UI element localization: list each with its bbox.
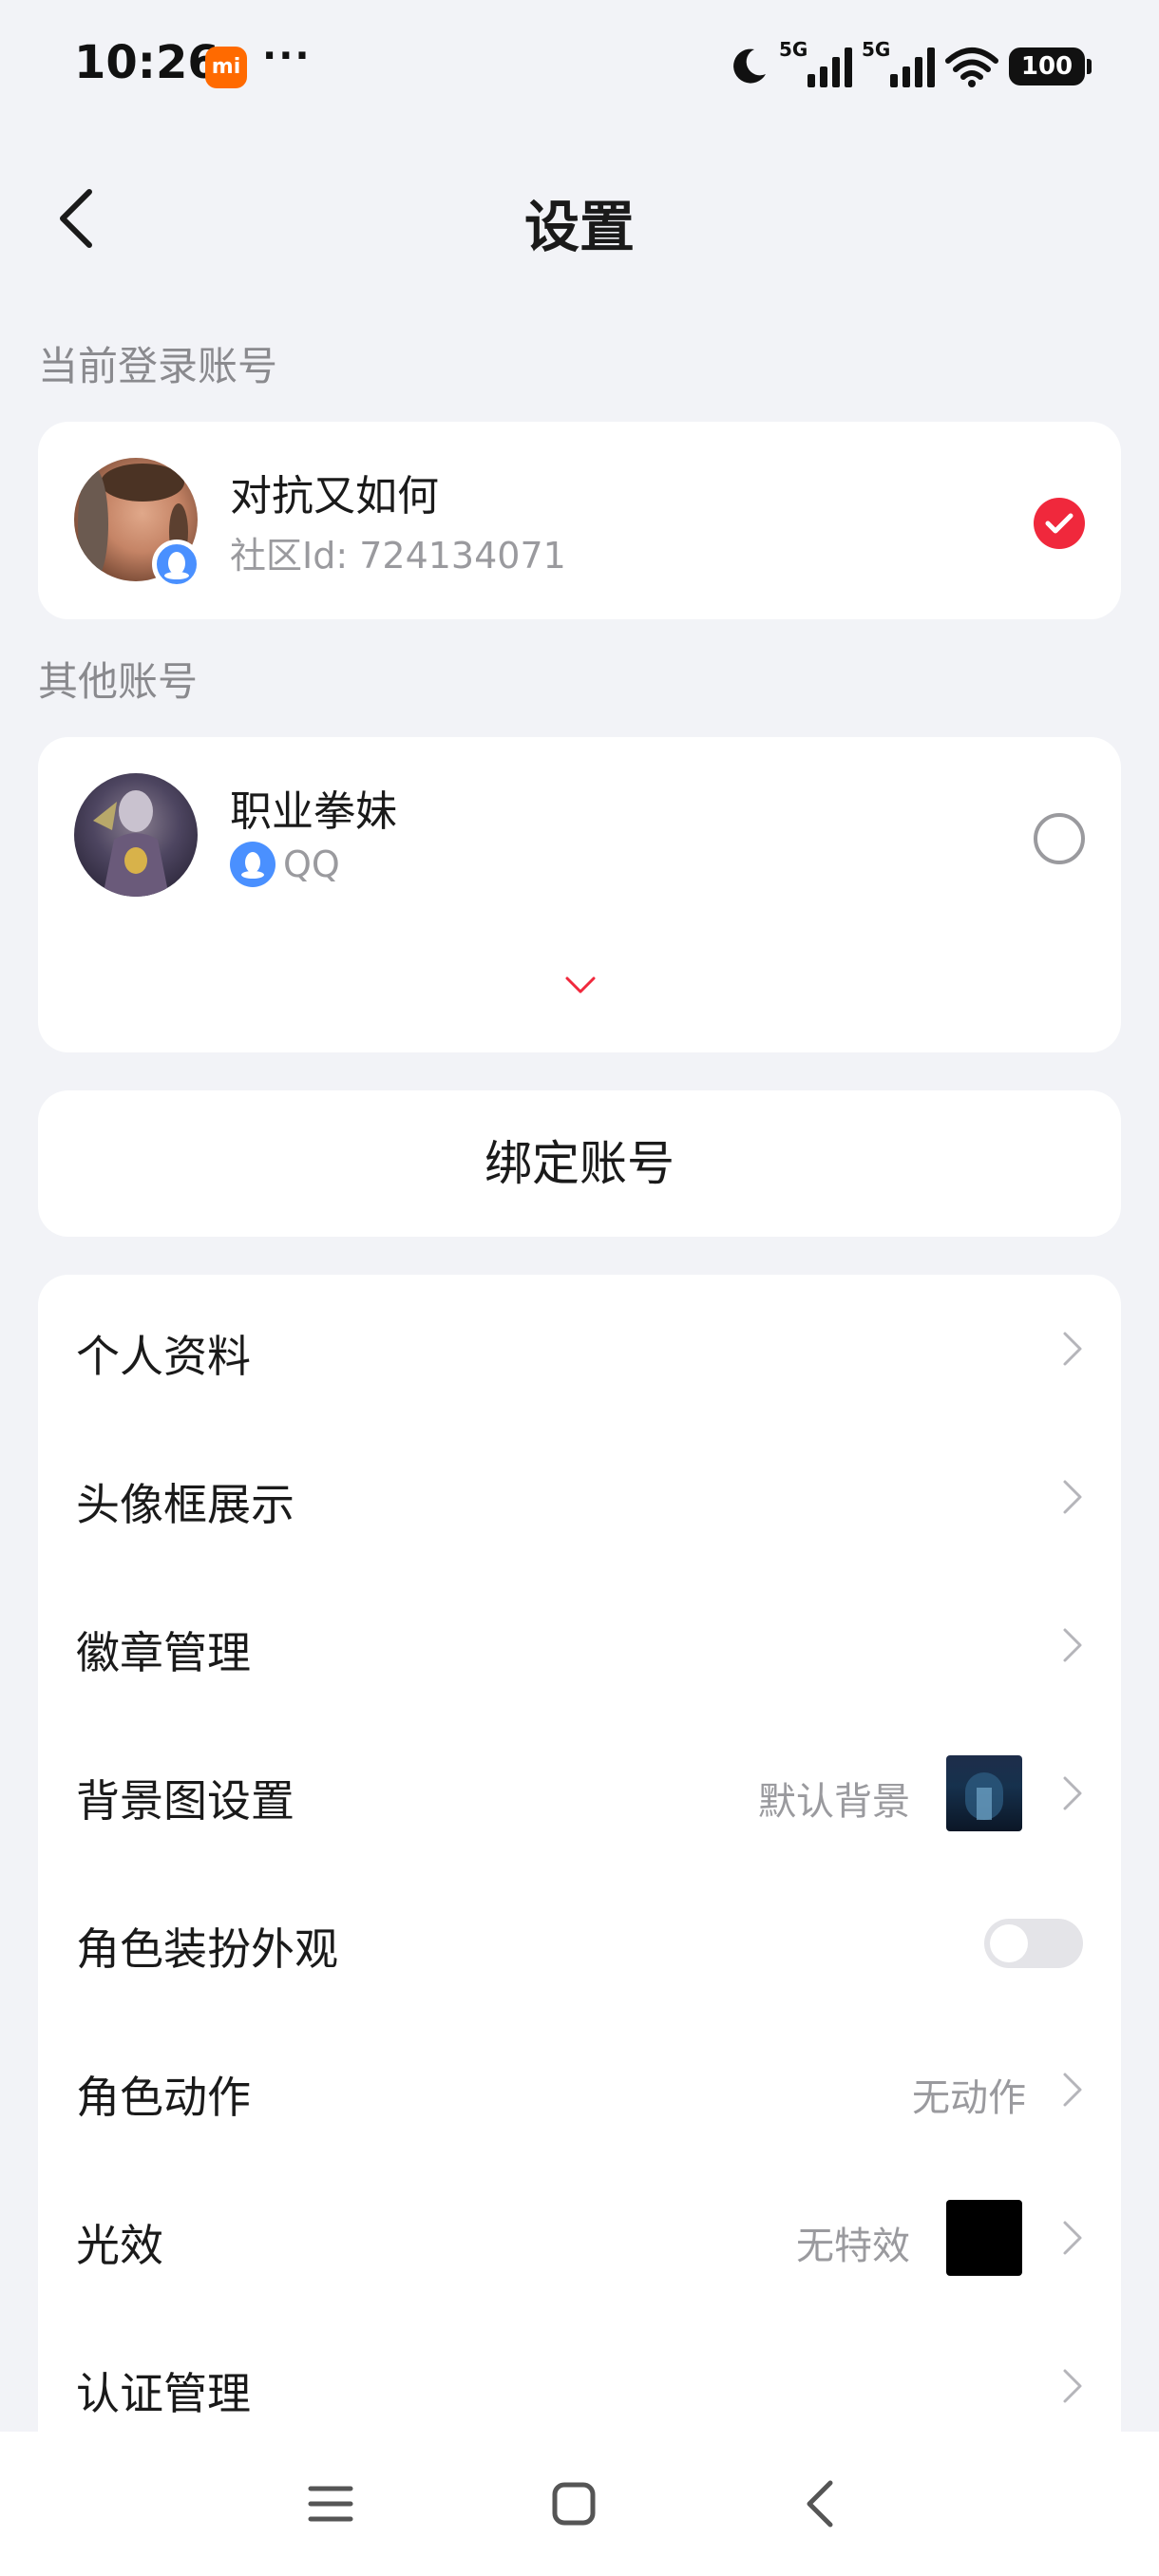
qq-icon [230,842,276,887]
chevron-right-icon [1063,1776,1082,1810]
chevron-right-icon [1063,2073,1082,2107]
qq-badge-icon [152,540,201,589]
mi-app-icon: mi [205,47,247,88]
setting-label: 背景图设置 [76,1775,294,1827]
setting-label: 角色装扮外观 [76,1923,338,1975]
setting-background[interactable]: 背景图设置 默认背景 [38,1719,1121,1867]
account-platform: QQ [230,842,340,887]
home-square-icon [552,2482,596,2526]
setting-label: 角色动作 [76,2072,251,2123]
other-accounts-card: 职业拳妹 QQ [38,737,1121,1052]
system-nav-bar [0,2432,1159,2576]
setting-label: 徽章管理 [76,1627,251,1678]
chevron-right-icon [1063,2221,1082,2255]
expand-chevron-down-icon[interactable] [564,975,597,997]
chevron-right-icon [1063,1332,1082,1366]
setting-outfit-appearance: 角色装扮外观 [38,1867,1121,2016]
moon-icon [733,48,766,84]
setting-value: 无特效 [796,2225,910,2268]
app-header: 设置 [0,161,1159,275]
setting-label: 认证管理 [76,2368,251,2419]
status-bar: 10:26 mi ··· 5G 5G 100 [0,0,1159,133]
menu-icon [308,2486,353,2522]
setting-label: 光效 [76,2220,163,2271]
avatar [74,773,198,897]
setting-profile[interactable]: 个人资料 [38,1275,1121,1423]
chevron-right-icon [1063,1628,1082,1662]
setting-label: 头像框展示 [76,1479,294,1530]
setting-character-action[interactable]: 角色动作 无动作 [38,2016,1121,2164]
chevron-right-icon [1063,2369,1082,2403]
account-name: 对抗又如何 [230,472,439,521]
other-accounts-label: 其他账号 [38,658,199,705]
setting-value: 无动作 [912,2076,1026,2120]
menu-button[interactable] [296,2470,365,2538]
signal-5g-icon: 5G [862,38,935,87]
nav-back-button[interactable] [785,2470,853,2538]
setting-value: 默认背景 [758,1780,910,1824]
avatar-photo [93,790,169,897]
setting-badges[interactable]: 徽章管理 [38,1571,1121,1719]
chevron-right-icon [1063,1480,1082,1514]
page-title: 设置 [523,195,635,259]
status-icons: 5G 5G 100 [728,38,1092,95]
battery-icon: 100 [1009,47,1092,85]
current-account-card: 对抗又如何 社区Id: 724134071 [38,422,1121,619]
bind-account-button[interactable]: 绑定账号 [38,1090,1121,1237]
toggle-knob [990,1924,1028,1962]
setting-light-effect[interactable]: 光效 无特效 [38,2164,1121,2312]
outfit-appearance-toggle[interactable] [984,1919,1083,1968]
other-account-row[interactable]: 职业拳妹 QQ [38,737,1121,927]
setting-avatar-frame[interactable]: 头像框展示 [38,1423,1121,1571]
background-thumbnail [946,1755,1022,1831]
signal-5g-icon: 5G [779,38,852,87]
setting-label: 个人资料 [76,1331,251,1382]
current-account-row[interactable]: 对抗又如何 社区Id: 724134071 [38,422,1121,612]
settings-list: 个人资料 头像框展示 徽章管理 背景图设置 默认背景 角色装扮外观 角色动作 无… [38,1275,1121,2576]
community-id: 社区Id: 724134071 [230,535,566,577]
current-account-label: 当前登录账号 [38,343,278,389]
wifi-icon [945,47,998,87]
status-time: 10:26 [74,36,219,89]
back-icon [807,2480,833,2528]
platform-label: QQ [283,843,340,885]
unselected-radio[interactable] [1034,813,1085,864]
more-notifications-icon: ··· [262,34,312,78]
selected-check-icon[interactable] [1034,498,1085,549]
home-button[interactable] [540,2470,608,2538]
account-name: 职业拳妹 [230,787,397,836]
light-effect-thumbnail [946,2200,1022,2276]
